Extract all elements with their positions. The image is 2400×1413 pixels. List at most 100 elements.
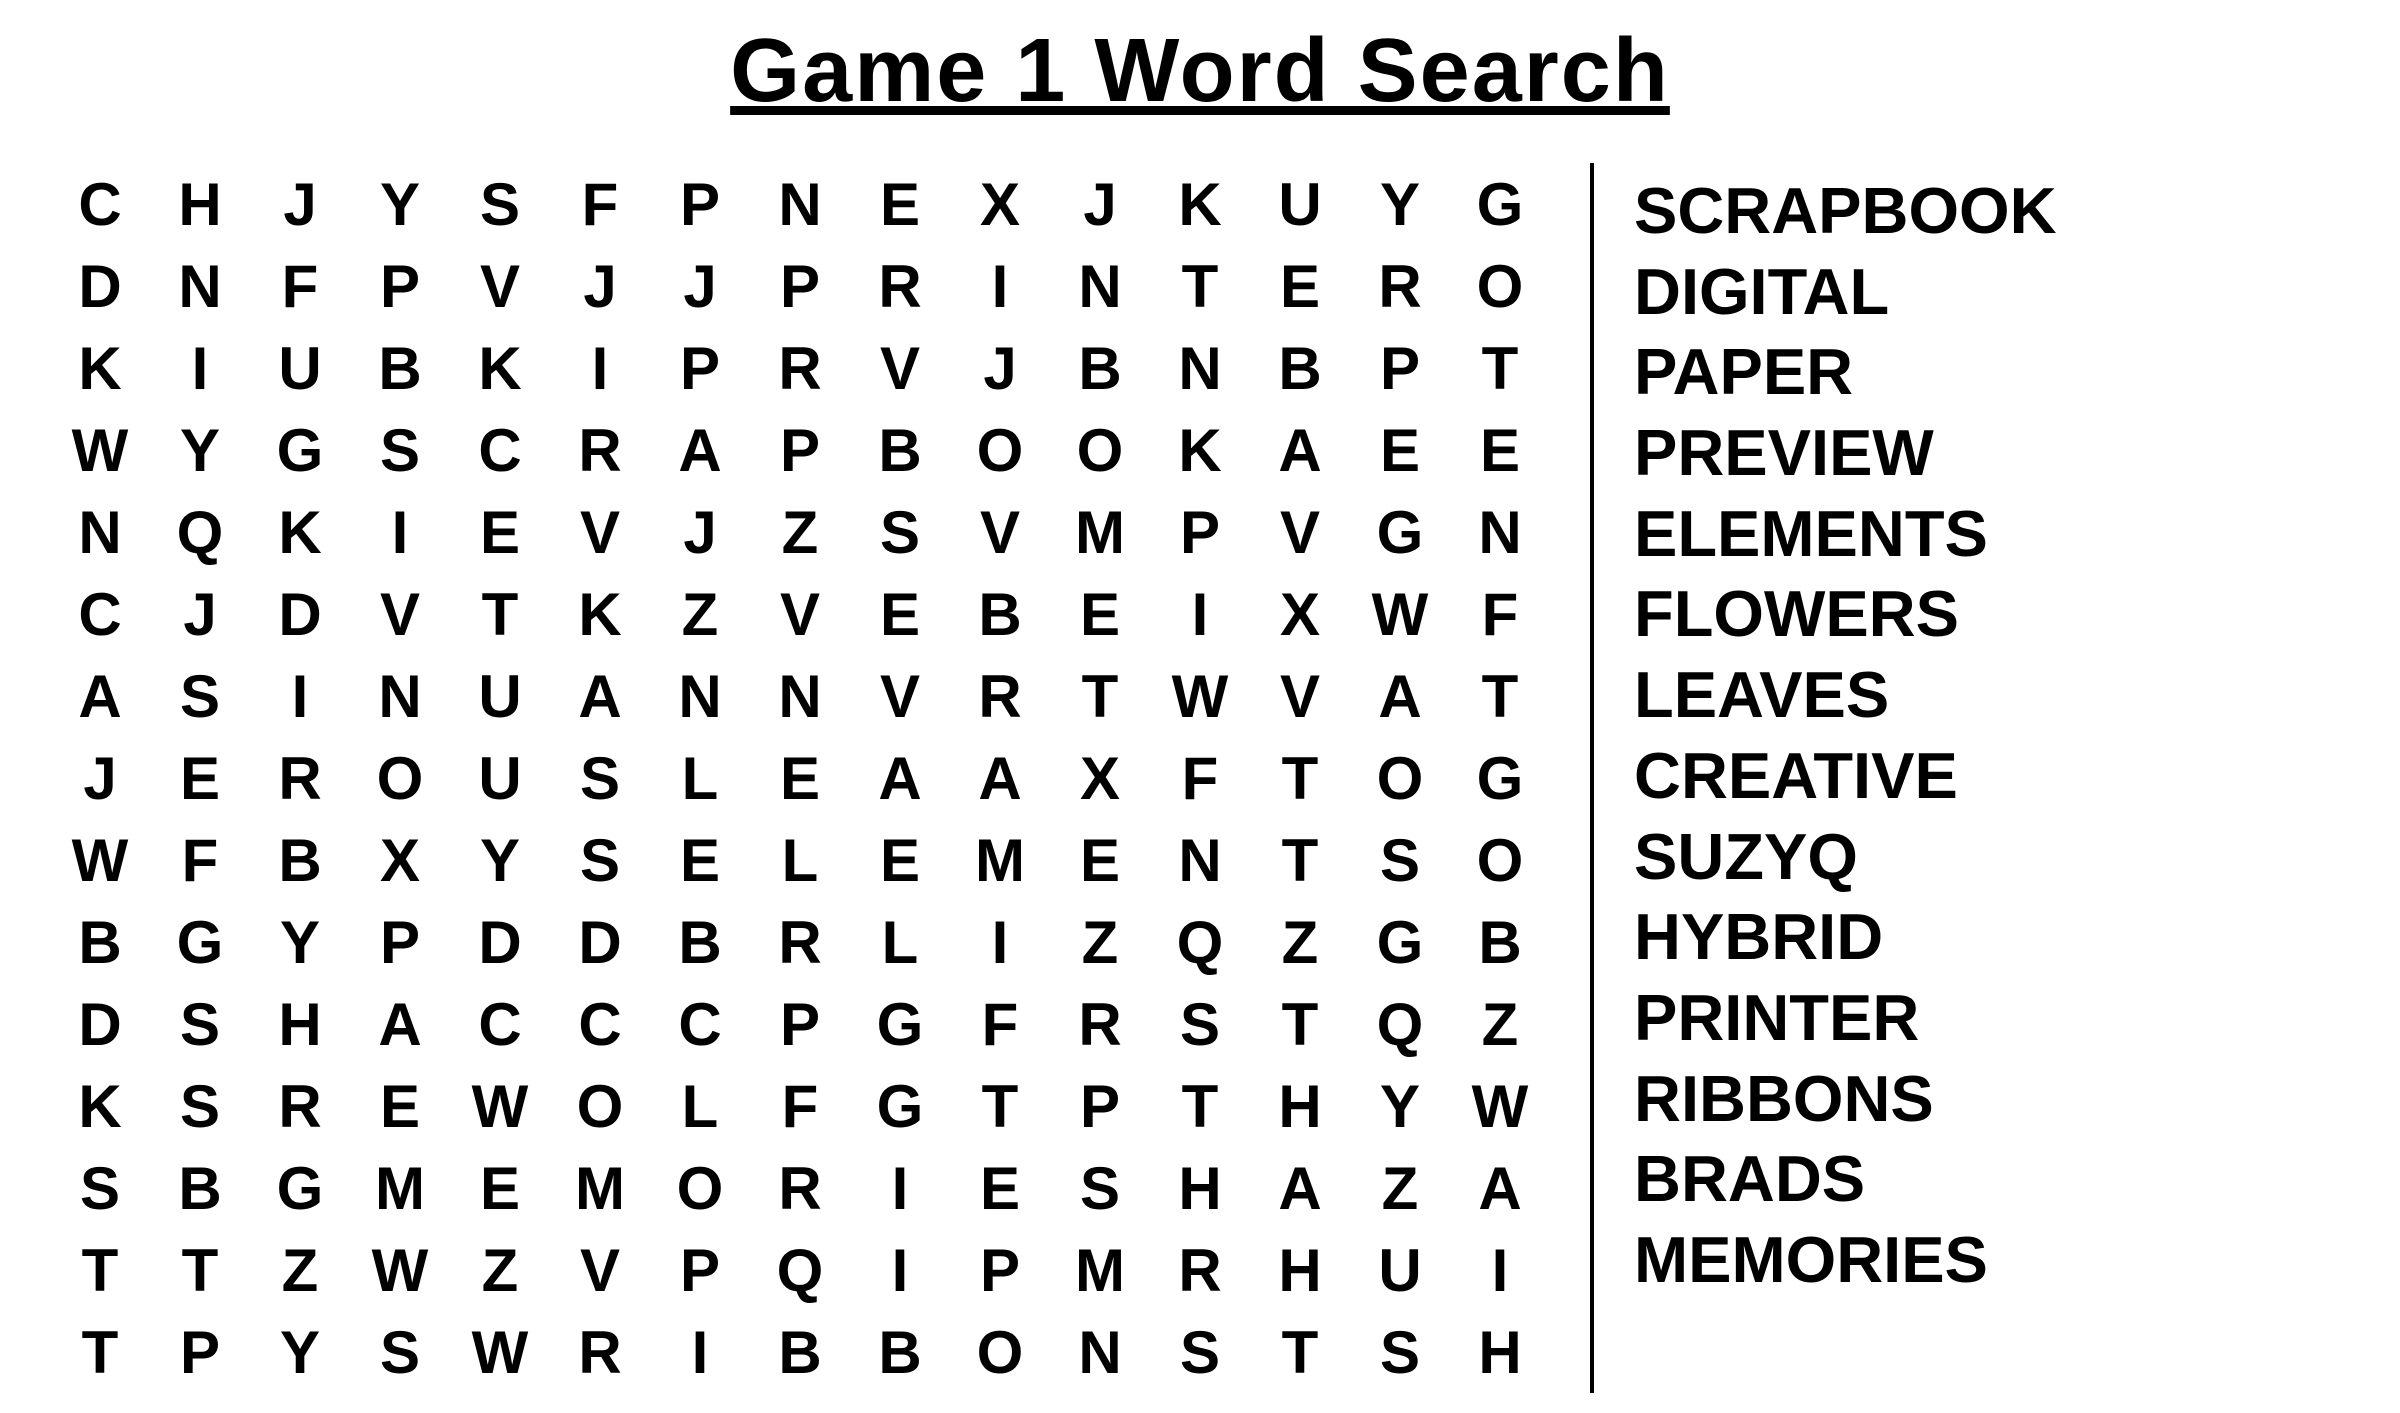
grid-row: JEROUSLEAAXFTOG — [50, 737, 1550, 819]
grid-cell: U — [450, 655, 550, 737]
grid-cell: E — [350, 1065, 450, 1147]
grid-cell: R — [1150, 1229, 1250, 1311]
word-search-grid: CHJYSFPNEXJKUYGDNFPVJJPRINTEROKIUBKIPRVJ… — [50, 163, 1550, 1393]
grid-cell: A — [350, 983, 450, 1065]
grid-cell: E — [1350, 409, 1450, 491]
grid-cell: R — [250, 737, 350, 819]
grid-cell: N — [150, 245, 250, 327]
grid-cell: I — [1450, 1229, 1550, 1311]
grid-cell: O — [1450, 245, 1550, 327]
grid-cell: D — [50, 245, 150, 327]
grid-cell: B — [950, 573, 1050, 655]
grid-cell: X — [1050, 737, 1150, 819]
grid-cell: F — [150, 819, 250, 901]
word-list-item: RIBBONS — [1634, 1061, 2350, 1138]
grid-cell: D — [550, 901, 650, 983]
word-list-item: FLOWERS — [1634, 576, 2350, 653]
grid-cell: H — [250, 983, 350, 1065]
grid-cell: T — [150, 1229, 250, 1311]
grid-row: CJDVTKZVEBEIXWF — [50, 573, 1550, 655]
grid-row: DSHACCCPGFRSTQZ — [50, 983, 1550, 1065]
grid-cell: R — [750, 1147, 850, 1229]
word-list: SCRAPBOOKDIGITALPAPERPREVIEWELEMENTSFLOW… — [1634, 163, 2350, 1303]
grid-row: SBGMEMORIESHAZA — [50, 1147, 1550, 1229]
grid-cell: Z — [750, 491, 850, 573]
grid-cell: S — [550, 737, 650, 819]
grid-cell: T — [1150, 1065, 1250, 1147]
grid-cell: G — [1350, 491, 1450, 573]
grid-cell: M — [1050, 1229, 1150, 1311]
word-list-item: SUZYQ — [1634, 819, 2350, 896]
grid-cell: Y — [150, 409, 250, 491]
grid-cell: S — [1150, 983, 1250, 1065]
grid-row: WFBXYSELEMENTSO — [50, 819, 1550, 901]
word-list-item: LEAVES — [1634, 657, 2350, 734]
grid-row: WYGSCRAPBOOKAEE — [50, 409, 1550, 491]
grid-cell: Q — [150, 491, 250, 573]
grid-cell: G — [1450, 737, 1550, 819]
grid-cell: W — [1150, 655, 1250, 737]
grid-cell: T — [1450, 327, 1550, 409]
grid-cell: O — [1450, 819, 1550, 901]
grid-cell: T — [1450, 655, 1550, 737]
grid-cell: X — [1250, 573, 1350, 655]
grid-cell: F — [950, 983, 1050, 1065]
grid-cell: Y — [350, 163, 450, 245]
grid-cell: A — [850, 737, 950, 819]
grid-cell: C — [650, 983, 750, 1065]
grid-cell: O — [1050, 409, 1150, 491]
grid-cell: W — [450, 1065, 550, 1147]
grid-cell: T — [1250, 819, 1350, 901]
grid-cell: U — [250, 327, 350, 409]
grid-cell: E — [1450, 409, 1550, 491]
grid-row: CHJYSFPNEXJKUYG — [50, 163, 1550, 245]
grid-cell: Y — [250, 901, 350, 983]
grid-cell: V — [550, 491, 650, 573]
grid-cell: W — [50, 409, 150, 491]
grid-row: BGYPDDBRLIZQZGB — [50, 901, 1550, 983]
grid-cell: P — [350, 901, 450, 983]
grid-cell: R — [1350, 245, 1450, 327]
grid-cell: E — [450, 1147, 550, 1229]
grid-cell: B — [50, 901, 150, 983]
main-content: CHJYSFPNEXJKUYGDNFPVJJPRINTEROKIUBKIPRVJ… — [50, 163, 2350, 1393]
grid-cell: N — [1150, 819, 1250, 901]
grid-cell: J — [950, 327, 1050, 409]
grid-cell: E — [1050, 573, 1150, 655]
grid-cell: I — [550, 327, 650, 409]
grid-cell: K — [50, 327, 150, 409]
grid-cell: Z — [1450, 983, 1550, 1065]
grid-cell: K — [50, 1065, 150, 1147]
grid-cell: T — [50, 1229, 150, 1311]
grid-cell: J — [550, 245, 650, 327]
grid-row: DNFPVJJPRINTERO — [50, 245, 1550, 327]
grid-cell: I — [850, 1147, 950, 1229]
grid-cell: Z — [650, 573, 750, 655]
grid-cell: W — [350, 1229, 450, 1311]
grid-cell: H — [1150, 1147, 1250, 1229]
grid-cell: P — [650, 1229, 750, 1311]
grid-cell: G — [850, 983, 950, 1065]
grid-cell: P — [1150, 491, 1250, 573]
grid-cell: D — [250, 573, 350, 655]
grid-cell: K — [1150, 163, 1250, 245]
word-list-item: SCRAPBOOK — [1634, 173, 2350, 250]
grid-cell: R — [550, 409, 650, 491]
grid-cell: K — [250, 491, 350, 573]
grid-cell: A — [650, 409, 750, 491]
grid-cell: P — [1050, 1065, 1150, 1147]
grid-cell: L — [650, 737, 750, 819]
grid-cell: D — [450, 901, 550, 983]
grid-cell: F — [1450, 573, 1550, 655]
grid-row: KIUBKIPRVJBNBPT — [50, 327, 1550, 409]
grid-cell: T — [1150, 245, 1250, 327]
grid-cell: N — [750, 655, 850, 737]
grid-cell: E — [850, 819, 950, 901]
grid-cell: V — [850, 327, 950, 409]
grid-cell: V — [450, 245, 550, 327]
grid-cell: L — [750, 819, 850, 901]
grid-cell: Z — [250, 1229, 350, 1311]
grid-cell: O — [950, 409, 1050, 491]
grid-cell: V — [1250, 491, 1350, 573]
word-list-item: HYBRID — [1634, 899, 2350, 976]
